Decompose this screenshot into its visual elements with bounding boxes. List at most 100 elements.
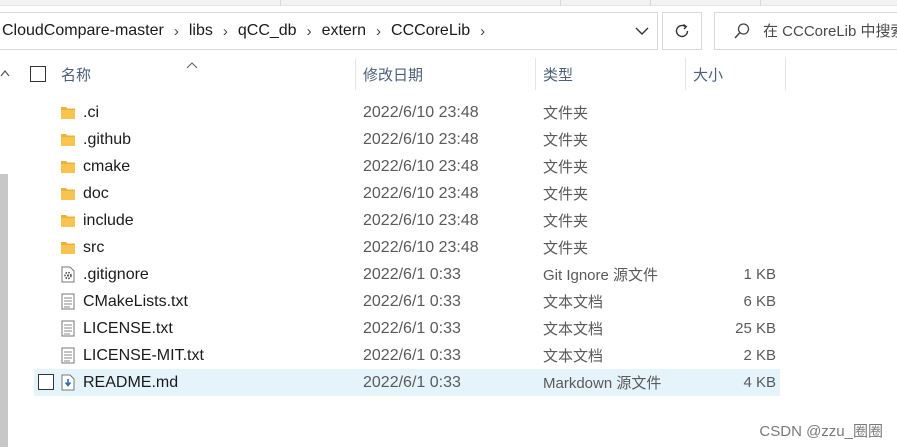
file-size: 4 KB — [743, 374, 776, 391]
file-name: LICENSE.txt — [83, 319, 173, 337]
breadcrumb-label: CCCoreLib — [391, 22, 471, 39]
file-type: 文件夹 — [543, 132, 589, 149]
file-row[interactable]: cmake 2022/6/10 23:48 文件夹 — [34, 153, 780, 180]
file-name: LICENSE-MIT.txt — [83, 346, 204, 364]
chevron-right-icon[interactable]: › — [217, 23, 234, 40]
file-name: doc — [83, 184, 109, 202]
chevron-right-icon[interactable]: › — [301, 23, 318, 40]
file-type: 文件夹 — [543, 213, 589, 230]
column-header-modified[interactable]: 修改日期 — [363, 56, 423, 92]
column-divider[interactable] — [785, 58, 786, 90]
chevron-down-icon — [635, 27, 649, 35]
file-modified-date: 2022/6/10 23:48 — [363, 184, 479, 202]
file-modified-date: 2022/6/1 0:33 — [363, 346, 461, 364]
address-bar[interactable]: CloudCompare-master › libs › qCC_db › ex… — [0, 12, 658, 50]
scroll-up-icon[interactable] — [0, 64, 10, 81]
chevron-right-icon[interactable]: › — [370, 23, 387, 40]
search-box[interactable] — [714, 12, 897, 50]
file-name: src — [83, 238, 105, 256]
file-type: 文件夹 — [543, 186, 589, 203]
file-modified-date: 2022/6/10 23:48 — [363, 130, 479, 148]
file-row[interactable]: include 2022/6/10 23:48 文件夹 — [34, 207, 780, 234]
title-strip: CloudCompare-master › libs › qCC_db › ex… — [0, 0, 897, 62]
folder-icon — [60, 104, 76, 121]
file-row[interactable]: doc 2022/6/10 23:48 文件夹 — [34, 180, 780, 207]
file-type: 文本文档 — [543, 348, 604, 365]
select-all-checkbox[interactable] — [30, 56, 46, 92]
file-modified-date: 2022/6/1 0:33 — [363, 265, 461, 283]
file-modified-date: 2022/6/10 23:48 — [363, 238, 479, 256]
column-header-label: 名称 — [61, 66, 92, 84]
breadcrumb-item-3[interactable]: extern — [318, 13, 370, 49]
row-checkbox[interactable] — [38, 374, 54, 390]
column-header-label: 修改日期 — [363, 66, 424, 84]
refresh-button[interactable] — [662, 12, 702, 50]
breadcrumb-label: libs — [188, 22, 213, 39]
file-name: .github — [83, 130, 132, 148]
search-input[interactable] — [763, 22, 897, 40]
chevron-right-icon[interactable]: › — [168, 23, 185, 40]
file-row[interactable]: .github 2022/6/10 23:48 文件夹 — [34, 126, 780, 153]
file-modified-date: 2022/6/10 23:48 — [363, 211, 479, 229]
file-modified-date: 2022/6/10 23:48 — [363, 157, 479, 175]
column-header-name[interactable]: 名称 — [61, 56, 91, 92]
file-name: include — [83, 211, 134, 229]
file-row[interactable]: CMakeLists.txt 2022/6/1 0:33 文本文档 6 KB — [34, 288, 780, 315]
column-header-type[interactable]: 类型 — [543, 56, 573, 92]
file-modified-date: 2022/6/1 0:33 — [363, 319, 461, 337]
file-size: 2 KB — [743, 347, 776, 364]
breadcrumb-item-1[interactable]: libs — [185, 13, 217, 49]
file-name: .ci — [83, 103, 99, 121]
sort-ascending-icon — [186, 56, 198, 73]
column-header-label: 类型 — [543, 66, 574, 84]
column-divider[interactable] — [535, 58, 536, 90]
column-header-row: 名称 修改日期 类型 大小 — [20, 56, 820, 92]
text-file-icon — [60, 320, 76, 337]
file-modified-date: 2022/6/1 0:33 — [363, 292, 461, 310]
file-type: 文件夹 — [543, 105, 589, 122]
file-type: Git Ignore 源文件 — [543, 267, 659, 284]
gear-file-icon — [60, 266, 76, 283]
text-file-icon — [60, 293, 76, 310]
chevron-right-icon[interactable]: › — [474, 23, 491, 40]
file-type: 文件夹 — [543, 240, 589, 257]
search-icon — [733, 22, 751, 40]
checkbox[interactable] — [30, 66, 46, 82]
breadcrumb-item-4[interactable]: CCCoreLib — [387, 13, 474, 49]
file-type: 文本文档 — [543, 321, 604, 338]
file-row[interactable]: LICENSE-MIT.txt 2022/6/1 0:33 文本文档 2 KB — [34, 342, 780, 369]
folder-icon — [60, 131, 76, 148]
file-row[interactable]: README.md 2022/6/1 0:33 Markdown 源文件 4 KB — [34, 369, 780, 396]
file-modified-date: 2022/6/1 0:33 — [363, 373, 461, 391]
breadcrumb-label: qCC_db — [237, 22, 297, 39]
file-row[interactable]: src 2022/6/10 23:48 文件夹 — [34, 234, 780, 261]
file-type: Markdown 源文件 — [543, 375, 662, 392]
breadcrumb-label: CloudCompare-master — [2, 22, 164, 39]
folder-icon — [60, 185, 76, 202]
file-row[interactable]: .ci 2022/6/10 23:48 文件夹 — [34, 99, 780, 126]
folder-icon — [60, 212, 76, 229]
file-name: README.md — [83, 373, 179, 391]
column-divider[interactable] — [355, 58, 356, 90]
tab-strip — [0, 0, 897, 6]
watermark: CSDN @zzu_圈圈 — [759, 423, 883, 440]
file-name: CMakeLists.txt — [83, 292, 188, 310]
file-name: .gitignore — [83, 265, 149, 283]
file-modified-date: 2022/6/10 23:48 — [363, 103, 479, 121]
address-history-dropdown[interactable] — [635, 13, 649, 49]
file-row[interactable]: LICENSE.txt 2022/6/1 0:33 文本文档 25 KB — [34, 315, 780, 342]
file-size: 6 KB — [743, 293, 776, 310]
column-divider[interactable] — [685, 58, 686, 90]
breadcrumb-label: extern — [321, 22, 367, 39]
file-type: 文本文档 — [543, 294, 604, 311]
file-row[interactable]: .gitignore 2022/6/1 0:33 Git Ignore 源文件 1 K… — [34, 261, 780, 288]
breadcrumb-item-0[interactable]: CloudCompare-master — [0, 13, 168, 49]
breadcrumb-item-2[interactable]: qCC_db — [234, 13, 301, 49]
column-header-label: 大小 — [693, 66, 724, 84]
column-header-size[interactable]: 大小 — [693, 56, 723, 92]
text-file-icon — [60, 347, 76, 364]
navigation-scrollbar[interactable] — [0, 174, 8, 447]
folder-icon — [60, 158, 76, 175]
file-size: 25 KB — [735, 320, 776, 337]
markdown-file-icon — [60, 374, 76, 391]
